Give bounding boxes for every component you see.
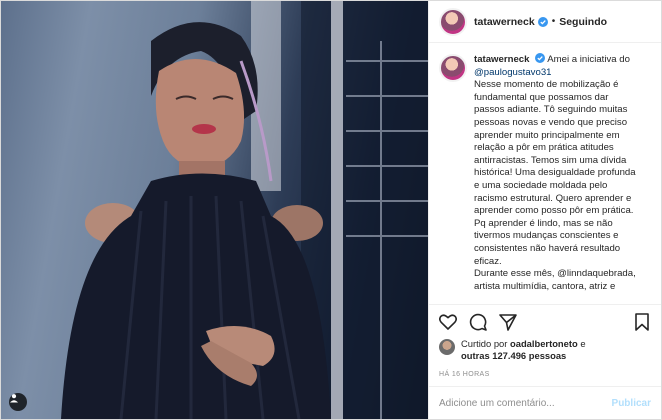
caption-avatar[interactable]: [439, 54, 467, 82]
user-tag-icon[interactable]: [9, 393, 27, 411]
instagram-post: tatawerneck • Seguindo tatawerneck Amei …: [0, 0, 662, 420]
caption-line: tivermos mudanças conscientes e: [474, 230, 619, 242]
caption-line: tatawerneck Amei a iniciativa do: [474, 53, 636, 67]
caption-line: racismo estrutural. Quero aprender e: [474, 192, 632, 204]
comment-icon[interactable]: [467, 311, 489, 333]
author-avatar[interactable]: [439, 7, 467, 36]
likes-prefix: Curtido por: [461, 338, 508, 349]
verified-badge-icon: [537, 16, 548, 27]
caption-line: Pq aprender é lindo, mas se não: [474, 217, 613, 229]
likes-count[interactable]: outras 127.496 pessoas: [461, 350, 566, 361]
comment-input[interactable]: Adicione um comentário...: [439, 398, 612, 409]
heart-icon[interactable]: [437, 311, 459, 333]
likes-summary: Curtido por oadalbertoneto e outras 127.…: [429, 338, 661, 368]
caption-line: consistentes não haverá resultado: [474, 242, 621, 254]
post-caption: tatawerneck Amei a iniciativa do @paulog…: [429, 43, 661, 304]
share-icon[interactable]: [497, 311, 519, 333]
post-sidebar: tatawerneck • Seguindo tatawerneck Amei …: [428, 1, 661, 419]
caption-line: e uma sociedade moldada pelo: [474, 179, 608, 191]
caption-text: tatawerneck Amei a iniciativa do @paulog…: [474, 53, 636, 299]
caption-line: pessoas novas e vendo que preciso: [474, 116, 628, 128]
caption-username[interactable]: tatawerneck: [474, 54, 529, 65]
caption-line: eficaz.: [474, 255, 502, 267]
verified-badge-icon: [535, 53, 546, 63]
author-username[interactable]: tatawerneck: [474, 16, 535, 28]
likes-text: Curtido por oadalbertoneto e outras 127.…: [461, 338, 586, 362]
mention-link[interactable]: @paulogustavo31: [474, 67, 636, 80]
caption-line: histórica! Uma desigualdade profunda: [474, 167, 636, 179]
caption-line: fundamental que possamos dar: [474, 91, 609, 103]
caption-line: artista multimídia, cantora, atriz e: [474, 280, 616, 292]
header-separator: •: [551, 16, 556, 27]
caption-line-text: Amei a iniciativa do: [547, 54, 630, 65]
liker-username[interactable]: oadalbertoneto: [510, 338, 578, 349]
action-bar: [429, 304, 661, 338]
post-header: tatawerneck • Seguindo: [429, 1, 661, 43]
caption-line: aprender como posso pôr em prática.: [474, 205, 634, 217]
caption-line: passos adiante. Tô seguindo muitas: [474, 104, 628, 116]
caption-line: Nesse momento de mobilização é: [474, 79, 619, 91]
caption-line: relação a pôr em prática atitudes: [474, 142, 614, 154]
comment-box: Adicione um comentário... Publicar: [429, 386, 661, 419]
photo-illustration: [61, 1, 428, 419]
publish-button[interactable]: Publicar: [612, 398, 651, 409]
caption-line: Durante esse mês, @linndaquebrada,: [474, 268, 636, 280]
caption-line: aprender muito principalmente em: [474, 129, 620, 141]
following-button[interactable]: Seguindo: [559, 16, 607, 28]
likes-connector: e: [580, 338, 586, 349]
post-photo[interactable]: [1, 1, 428, 419]
liker-avatar[interactable]: [439, 339, 455, 355]
post-timestamp[interactable]: HÁ 16 HORAS: [429, 368, 661, 386]
bookmark-icon[interactable]: [631, 311, 653, 333]
caption-line: antirracistas. Temos sim uma dívida: [474, 154, 627, 166]
